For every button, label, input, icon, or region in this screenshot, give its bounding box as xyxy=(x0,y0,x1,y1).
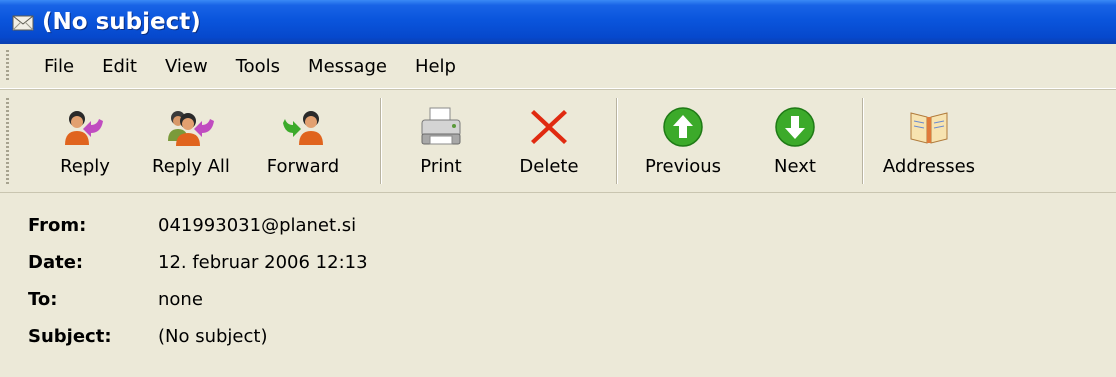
menu-file[interactable]: File xyxy=(30,52,88,81)
reply-icon xyxy=(65,111,103,145)
arrow-up-icon xyxy=(663,107,703,147)
date-label: Date: xyxy=(28,252,84,273)
previous-label: Previous xyxy=(644,156,722,177)
toolbar: Reply Reply All Forward Print Delete Pre… xyxy=(0,89,1116,193)
printer-icon xyxy=(421,107,461,145)
forward-button[interactable]: Forward xyxy=(248,90,358,192)
reply-all-button[interactable]: Reply All xyxy=(134,90,248,192)
to-value[interactable]: none xyxy=(158,289,203,310)
menu-help[interactable]: Help xyxy=(401,52,470,81)
address-book-icon xyxy=(910,112,948,144)
toolbar-separator xyxy=(616,98,618,184)
subject-label: Subject: xyxy=(28,326,112,347)
forward-label: Forward xyxy=(266,156,340,177)
title-bar[interactable]: (No subject) xyxy=(0,0,1116,44)
menu-tools[interactable]: Tools xyxy=(222,52,294,81)
from-row: From: 041993031@planet.si xyxy=(0,207,1116,244)
toolbar-separator xyxy=(380,98,382,184)
envelope-icon xyxy=(12,15,34,31)
menu-view[interactable]: View xyxy=(151,52,222,81)
toolbar-separator xyxy=(862,98,864,184)
print-label: Print xyxy=(420,156,462,177)
subject-value: (No subject) xyxy=(158,326,268,347)
next-button[interactable]: Next xyxy=(746,90,844,192)
to-label: To: xyxy=(28,289,58,310)
toolbar-grip[interactable] xyxy=(6,98,9,184)
delete-label: Delete xyxy=(519,156,579,177)
from-value[interactable]: 041993031@planet.si xyxy=(158,215,356,236)
forward-icon xyxy=(283,111,323,145)
reply-all-icon xyxy=(168,111,214,146)
addresses-label: Addresses xyxy=(882,156,976,177)
from-label: From: xyxy=(28,215,87,236)
window-title: (No subject) xyxy=(42,9,201,35)
menu-edit[interactable]: Edit xyxy=(88,52,151,81)
message-window: (No subject) File Edit View Tools Messag… xyxy=(0,0,1116,377)
reply-all-label: Reply All xyxy=(152,156,230,177)
print-button[interactable]: Print xyxy=(386,90,496,192)
subject-row: Subject: (No subject) xyxy=(0,318,1116,355)
delete-button[interactable]: Delete xyxy=(496,90,602,192)
menu-bar-grip[interactable] xyxy=(6,50,9,82)
previous-button[interactable]: Previous xyxy=(620,90,746,192)
to-row: To: none xyxy=(0,281,1116,318)
addresses-button[interactable]: Addresses xyxy=(866,90,992,192)
delete-x-icon xyxy=(531,110,567,144)
arrow-down-icon xyxy=(775,107,815,147)
reply-label: Reply xyxy=(60,156,110,177)
date-value: 12. februar 2006 12:13 xyxy=(158,252,368,273)
date-row: Date: 12. februar 2006 12:13 xyxy=(0,244,1116,281)
message-headers: From: 041993031@planet.si Date: 12. febr… xyxy=(0,193,1116,355)
menu-message[interactable]: Message xyxy=(294,52,401,81)
menu-bar: File Edit View Tools Message Help xyxy=(0,44,1116,89)
reply-button[interactable]: Reply xyxy=(36,90,134,192)
next-label: Next xyxy=(774,156,816,177)
